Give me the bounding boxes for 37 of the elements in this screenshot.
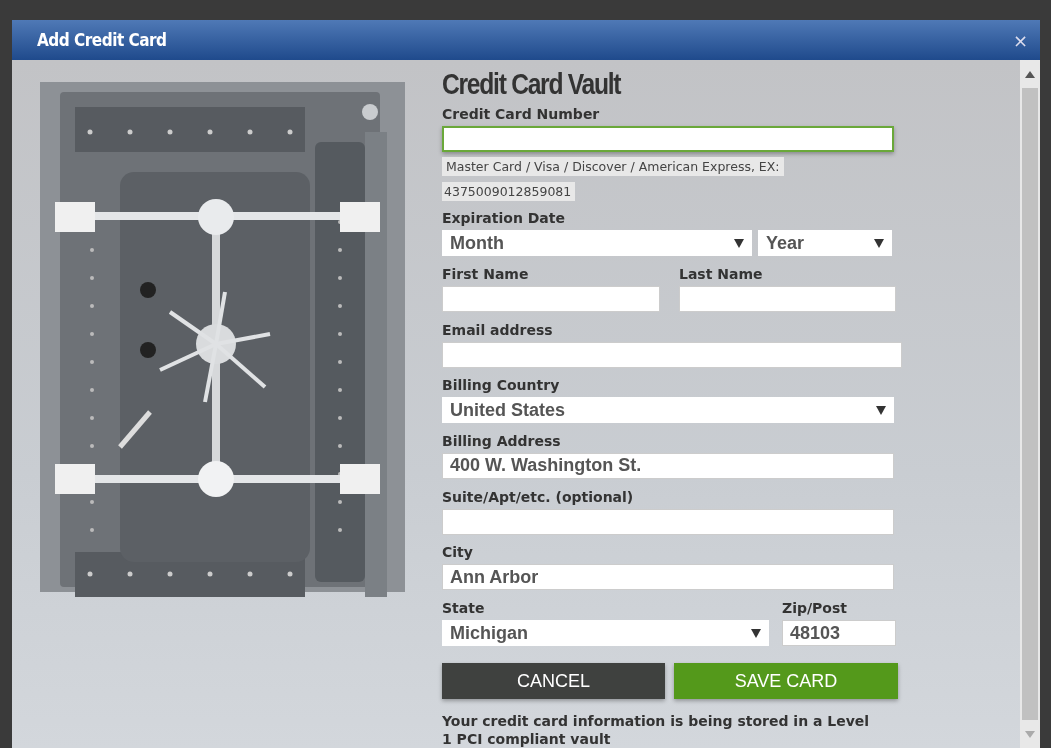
scrollbar-thumb[interactable]: [1022, 88, 1038, 720]
input-field[interactable]: 48103: [782, 620, 896, 646]
caret-icon: [734, 238, 744, 248]
notice-text: Your credit card information is being stored in a Level 1 PCI compliant vault: [442, 712, 871, 748]
input-field[interactable]: Ann Arbor: [442, 564, 894, 591]
field-label: Email address: [442, 320, 553, 340]
dropdown[interactable]: United States: [442, 397, 894, 424]
input-field[interactable]: [442, 285, 660, 312]
field-label: Billing Address: [442, 432, 561, 451]
caret-icon: [874, 238, 884, 248]
input-field[interactable]: [442, 341, 902, 368]
input-field[interactable]: [442, 508, 894, 535]
input-field[interactable]: 400 W. Washington St.: [442, 453, 894, 479]
hint-text: Master Card / Visa / Discover / American Express, EX:: [442, 156, 784, 176]
field-label: Billing Country: [442, 376, 560, 396]
input-field[interactable]: [442, 125, 894, 152]
form-heading: Credit Card Vault: [442, 68, 621, 102]
field-label: First Name: [442, 264, 529, 284]
scrollbar[interactable]: [1020, 60, 1040, 748]
dialog-title: Add Credit Card: [37, 30, 167, 50]
dropdown[interactable]: Michigan: [442, 620, 769, 646]
field-label: Last Name: [679, 264, 763, 284]
field-label: Expiration Date: [442, 209, 565, 229]
save-button[interactable]: SAVE CARD: [674, 663, 898, 699]
field-label: State: [442, 599, 485, 618]
caret-icon: [876, 405, 886, 415]
hint-text: 4375009012859081: [442, 181, 576, 201]
caret-icon: [751, 628, 761, 638]
field-label: Zip/Post: [782, 599, 847, 618]
input-field[interactable]: [679, 285, 896, 312]
cancel-button[interactable]: CANCEL: [442, 663, 665, 699]
close-button[interactable]: ×: [1012, 29, 1028, 51]
field-label: City: [442, 543, 473, 563]
field-label: Credit Card Number: [442, 104, 600, 124]
dropdown[interactable]: Year: [758, 230, 892, 257]
dropdown[interactable]: Month: [442, 230, 752, 257]
field-label: Suite/Apt/etc. (optional): [442, 487, 634, 507]
